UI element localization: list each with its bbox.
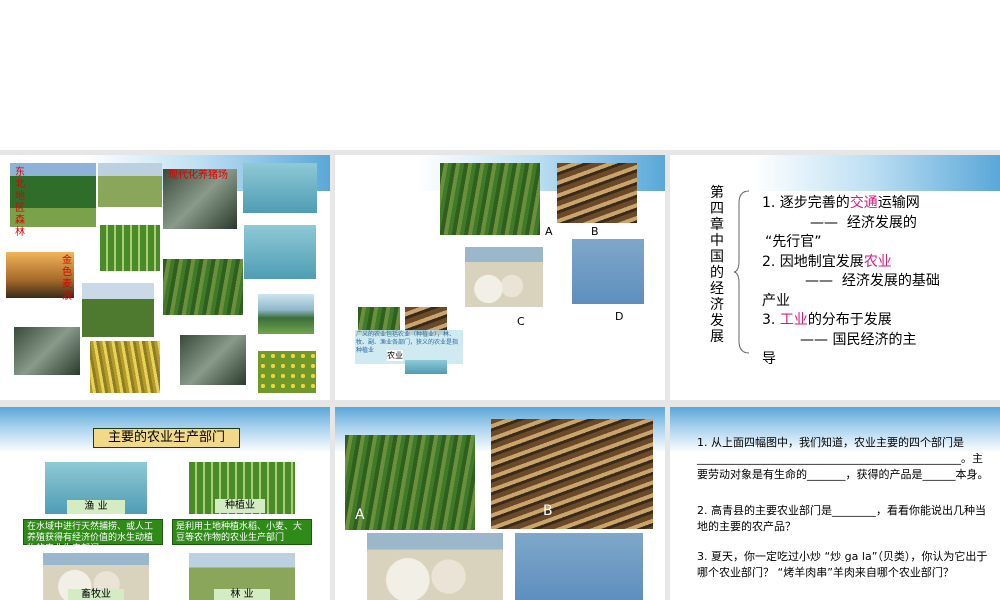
photo-d-large xyxy=(515,533,643,600)
label-b: B xyxy=(591,225,599,238)
point-1-tail: “先行官” xyxy=(765,234,822,250)
brace-bracket xyxy=(733,190,750,354)
planting-description: 是利用土地种植水稻、小麦、大豆等农作物的农业生产部门 xyxy=(172,519,312,545)
golden-wheat-caption: 金色麦浪 xyxy=(62,255,72,302)
slide-title: 主要的农业生产部门 xyxy=(93,428,240,448)
cattle-photo xyxy=(98,163,162,207)
photo-b-large xyxy=(491,419,653,529)
question-1: 1. 从上面四幅图中，我们知道，农业主要的四个部门是______________… xyxy=(697,436,989,481)
slide-thumbnail-1[interactable]: 东北地区森林 现代化养猪场 金色麦浪 xyxy=(0,155,330,400)
planting-button[interactable]: 种植业 xyxy=(215,499,265,513)
photo-c-large xyxy=(367,533,503,600)
label-c: C xyxy=(517,315,525,328)
chapter-title: 第四章 中国的经济发展 xyxy=(710,185,724,345)
point-3-line: 3. 工业的分布于发展 xyxy=(762,312,892,328)
greenhouse-photo xyxy=(258,294,314,334)
red-vertical-caption: 东北地区森林 xyxy=(15,167,25,238)
fishery-description: 在水域中进行天然捕捞、或人工养殖获得有经济价值的水生动植物的农业生产部门 xyxy=(23,519,163,554)
poultry-photo xyxy=(180,335,246,385)
slide-thumbnail-4[interactable]: 主要的农业生产部门 渔 业 种植业 在水域中进行天然捕捞、或人工养殖获得有经济价… xyxy=(0,407,330,600)
photo-b xyxy=(557,163,637,223)
label-a: A xyxy=(545,225,553,238)
fishing-boat-photo xyxy=(244,225,316,279)
rice-field-photo xyxy=(90,341,160,393)
pond-photo xyxy=(243,163,317,213)
photo-a xyxy=(440,163,540,235)
inset-definition-box: 广义的农业包括农业（种植业），林、牧、副、渔业各部门，狭义的农业是指种植业 xyxy=(355,330,463,364)
inset-keyword: 农业 xyxy=(387,350,403,361)
point-2-tail: 产业 xyxy=(762,293,790,309)
inset-photo-3 xyxy=(405,360,447,374)
label-b-large: B xyxy=(543,503,553,519)
label-a-large: A xyxy=(355,507,365,523)
crop-rows-photo xyxy=(163,259,243,315)
forestry-button[interactable]: 林 业 xyxy=(214,589,270,600)
point-1-dash: —— 经济发展的 xyxy=(810,215,917,231)
herding-button[interactable]: 畜牧业 xyxy=(68,589,124,600)
point-2-line: 2. 因地制宜发展农业 xyxy=(762,254,892,270)
slide-thumbnail-5[interactable]: A B xyxy=(335,407,665,600)
point-3-tail: 导 xyxy=(762,351,776,367)
fishery-button[interactable]: 渔 业 xyxy=(67,500,125,514)
crop-photo xyxy=(100,225,160,271)
modern-pig-farm-caption: 现代化养猪场 xyxy=(168,170,228,181)
point-2-dash: —— 经济发展的基础 xyxy=(805,273,940,289)
photo-c xyxy=(465,247,543,307)
slide-thumbnail-6[interactable]: 1. 从上面四幅图中，我们知道，农业主要的四个部门是______________… xyxy=(670,407,1000,600)
photo-d xyxy=(572,239,644,304)
rapeseed-photo xyxy=(258,351,316,393)
slide-thumbnail-2[interactable]: A B C D 广义的农业包括农业（种植业），林、牧、副、渔业各部门，狭义的农业… xyxy=(335,155,665,400)
point-3-dash: —— 国民经济的主 xyxy=(800,332,917,348)
green-field-photo xyxy=(82,283,154,337)
tree-photo xyxy=(14,327,80,375)
slide-thumbnail-3[interactable]: 第四章 中国的经济发展 1. 逐步完善的交通运输网 —— 经济发展的 “先行官”… xyxy=(670,155,1000,400)
question-3: 3. 夏天，你一定吃过小炒 “炒 ga la”（贝类），你认为它出于哪个农业部门… xyxy=(697,550,988,579)
label-d: D xyxy=(615,310,624,323)
question-2: 2. 高青县的主要农业部门是________，看看你能说出几种当地的主要的农产品… xyxy=(697,504,986,533)
point-1-line: 1. 逐步完善的交通运输网 xyxy=(762,195,920,211)
